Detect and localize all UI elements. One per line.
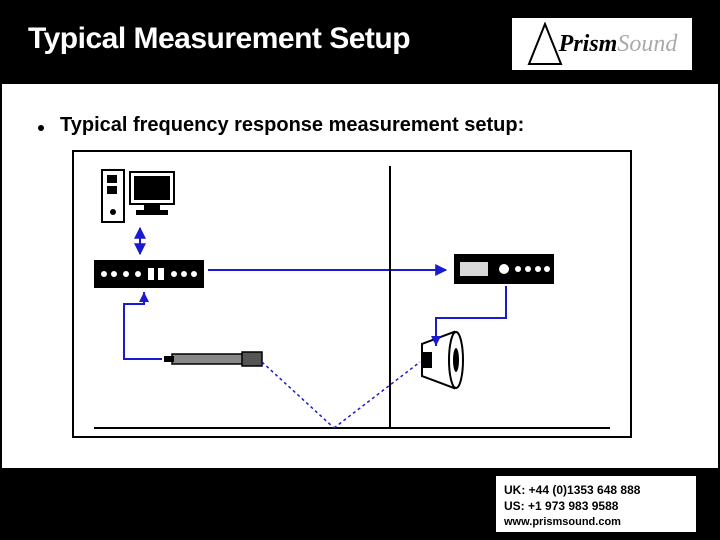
microphone-icon bbox=[164, 352, 262, 366]
contact-web: www.prismsound.com bbox=[504, 516, 688, 528]
logo: PrismSound bbox=[512, 18, 692, 70]
slide: Typical Measurement Setup PrismSound Typ… bbox=[0, 0, 720, 540]
amplifier-icon bbox=[454, 254, 554, 284]
title-wrap: Typical Measurement Setup bbox=[14, 16, 424, 62]
logo-main: Prism bbox=[559, 31, 618, 57]
setup-diagram bbox=[74, 152, 630, 436]
contact-box: UK: +44 (0)1353 648 888 US: +1 973 983 9… bbox=[496, 476, 696, 532]
reflection-path bbox=[262, 362, 420, 428]
speaker-icon bbox=[422, 332, 463, 388]
logo-sub: Sound bbox=[617, 31, 677, 57]
bullet-row: Typical frequency response measurement s… bbox=[38, 114, 524, 137]
computer-icon bbox=[102, 170, 174, 222]
diagram-frame bbox=[72, 150, 632, 438]
bullet-icon bbox=[38, 125, 44, 131]
contact-uk: UK: +44 (0)1353 648 888 bbox=[504, 482, 688, 498]
bullet-text: Typical frequency response measurement s… bbox=[60, 114, 524, 137]
page-title: Typical Measurement Setup bbox=[28, 22, 410, 56]
analyzer-icon bbox=[94, 260, 204, 288]
prism-icon bbox=[527, 22, 563, 66]
logo-text: PrismSound bbox=[559, 31, 678, 58]
contact-us: US: +1 973 983 9588 bbox=[504, 498, 688, 514]
